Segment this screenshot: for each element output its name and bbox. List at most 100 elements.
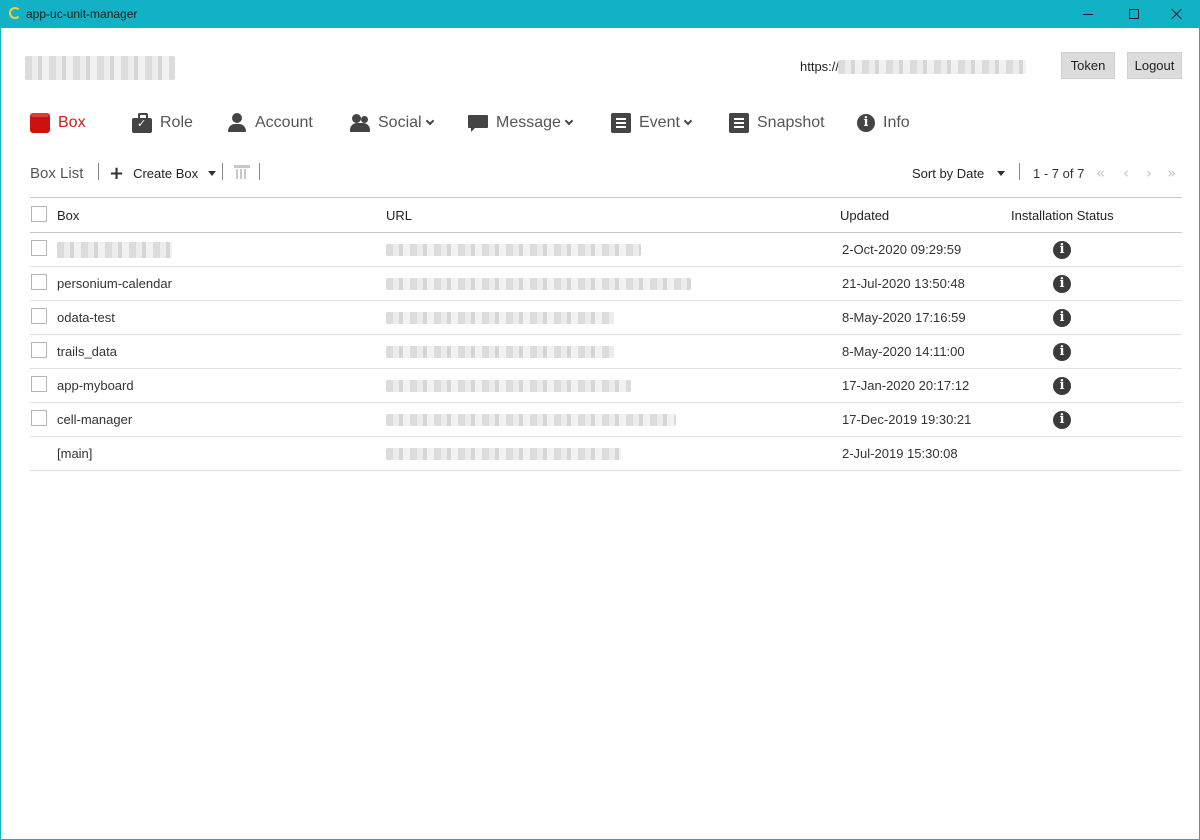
info-icon[interactable]: i [1053,241,1071,259]
box-name[interactable]: personium-calendar [57,267,172,300]
trash-icon[interactable] [234,164,250,179]
box-updated: 8-May-2020 14:11:00 [842,344,965,359]
caret-down-icon [997,171,1006,176]
header-box[interactable]: Box [57,198,79,232]
row-checkbox[interactable] [31,274,47,290]
nav-info[interactable]: Info [857,109,910,137]
info-icon [857,114,875,132]
first-page-icon[interactable]: « [1096,164,1105,182]
sort-label: Sort by Date [912,166,985,181]
nav-role[interactable]: Role [132,109,193,137]
table-row[interactable]: trails_data 8-May-2020 14:11:00 i [30,335,1182,369]
social-icon [350,113,370,133]
message-icon [468,113,488,133]
maximize-icon [1129,9,1139,19]
box-name[interactable]: odata-test [57,301,115,334]
maximize-button[interactable] [1111,0,1157,28]
header-installation-status: Installation Status [1011,207,1114,223]
close-button[interactable] [1154,0,1200,28]
nav-box[interactable]: Box [30,109,86,137]
chevron-down-icon [683,116,693,126]
box-updated: 17-Jan-2020 20:17:12 [842,378,970,393]
box-list-title: Box List [30,165,84,182]
box-url [386,267,691,300]
row-checkbox[interactable] [31,308,47,324]
table-row[interactable]: cell-manager 17-Dec-2019 19:30:21 i [30,403,1182,437]
box-table: Box URL Updated Installation Status 2-Oc… [30,197,1182,471]
nav-event-label: Event [639,114,680,131]
snapshot-icon [729,113,749,133]
prev-page-icon[interactable]: ‹ [1123,164,1129,182]
plus-icon: + [109,162,125,184]
box-name[interactable]: trails_data [57,335,117,368]
box-url-redacted [386,311,614,324]
table-row[interactable]: 2-Oct-2020 09:29:59 i [30,233,1182,267]
toolbar-divider [1019,163,1020,180]
nav-event[interactable]: Event [611,109,693,137]
toolbar-divider [222,163,223,180]
nav-social[interactable]: Social [350,109,434,137]
box-updated: 2-Jul-2019 15:30:08 [842,446,958,461]
account-icon [227,113,247,133]
header-updated[interactable]: Updated [840,198,889,232]
next-page-icon[interactable]: › [1146,164,1152,182]
event-icon [611,113,631,133]
box-name[interactable]: [main] [57,437,92,470]
nav-social-label: Social [378,114,422,131]
box-url-redacted [386,345,614,358]
box-url [386,301,614,334]
create-box-button[interactable]: + Create Box [109,162,217,184]
nav-message[interactable]: Message [468,109,574,137]
header-url[interactable]: URL [386,198,412,232]
nav-snapshot[interactable]: Snapshot [729,109,825,137]
table-row[interactable]: personium-calendar 21-Jul-2020 13:50:48 … [30,267,1182,301]
box-url-redacted [386,277,691,290]
chevron-down-icon [564,116,574,126]
role-icon [132,112,152,133]
box-updated: 17-Dec-2019 19:30:21 [842,412,972,427]
info-icon[interactable]: i [1053,275,1071,293]
box-name[interactable]: cell-manager [57,403,132,436]
box-url-redacted [386,379,631,392]
select-all-checkbox[interactable] [31,206,47,222]
minimize-button[interactable] [1065,0,1111,28]
info-icon[interactable]: i [1053,377,1071,395]
box-name[interactable]: app-myboard [57,369,134,402]
row-checkbox[interactable] [31,410,47,426]
sort-dropdown[interactable]: Sort by Date [912,166,1006,181]
box-url [386,369,631,402]
nav-snapshot-label: Snapshot [757,114,825,131]
table-row[interactable]: [main] 2-Jul-2019 15:30:08 [30,437,1182,471]
token-button[interactable]: Token [1061,52,1115,79]
nav-account[interactable]: Account [227,109,313,137]
close-icon [1171,8,1183,20]
chevron-down-icon [425,116,434,126]
logout-button[interactable]: Logout [1127,52,1182,79]
box-updated: 2-Oct-2020 09:29:59 [842,242,962,257]
box-name[interactable] [57,233,172,266]
row-checkbox[interactable] [31,240,47,256]
nav-message-label: Message [496,114,561,131]
nav-info-label: Info [883,114,910,131]
box-updated: 8-May-2020 17:16:59 [842,310,966,325]
caret-down-icon [208,170,217,176]
row-checkbox[interactable] [31,342,47,358]
toolbar-divider [98,163,99,180]
info-icon[interactable]: i [1053,309,1071,327]
cell-url-prefix: https:// [800,59,840,74]
cell-name-redacted [25,56,175,80]
info-icon[interactable]: i [1053,411,1071,429]
last-page-icon[interactable]: » [1167,164,1176,182]
table-row[interactable]: odata-test 8-May-2020 17:16:59 i [30,301,1182,335]
table-row[interactable]: app-myboard 17-Jan-2020 20:17:12 i [30,369,1182,403]
box-url [386,233,641,266]
box-name-redacted [57,241,172,258]
nav-role-label: Role [160,114,193,131]
box-url [386,437,621,470]
row-checkbox[interactable] [31,376,47,392]
toolbar-divider [259,163,260,180]
app-icon [9,7,21,19]
box-url-redacted [386,413,676,426]
box-url [386,335,614,368]
info-icon[interactable]: i [1053,343,1071,361]
